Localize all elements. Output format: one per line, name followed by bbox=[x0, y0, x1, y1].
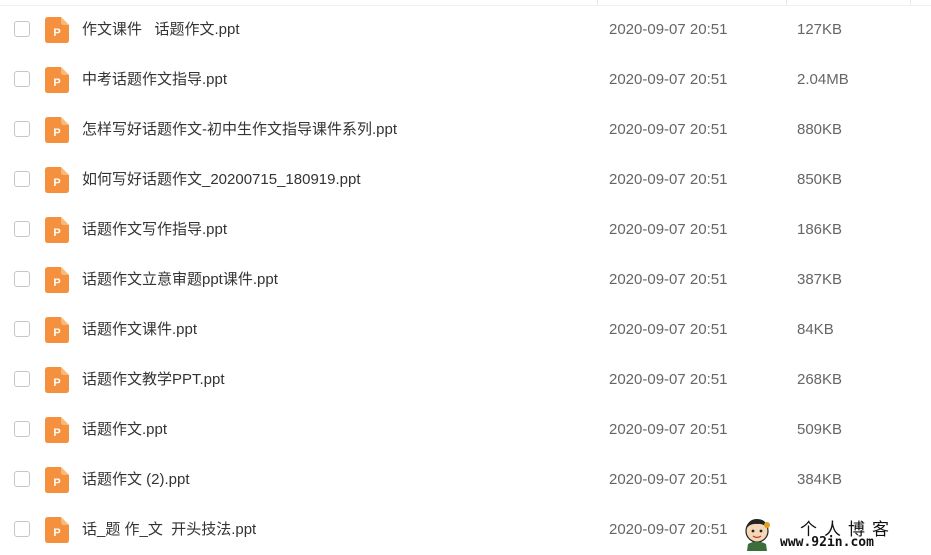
file-name[interactable]: 作文课件 话题作文.ppt bbox=[82, 5, 240, 55]
file-row[interactable]: P 话题作文课件.ppt 2020-09-07 20:51 84KB bbox=[0, 305, 931, 355]
cartoon-avatar-icon bbox=[742, 517, 772, 551]
file-list: P 作文课件 话题作文.ppt 2020-09-07 20:51 127KB P… bbox=[0, 0, 931, 555]
svg-text:P: P bbox=[53, 377, 60, 389]
file-name[interactable]: 中考话题作文指导.ppt bbox=[82, 55, 227, 105]
file-row[interactable]: P 怎样写好话题作文-初中生作文指导课件系列.ppt 2020-09-07 20… bbox=[0, 105, 931, 155]
ppt-file-icon: P bbox=[45, 467, 69, 493]
row-checkbox[interactable] bbox=[14, 71, 30, 87]
file-modified-date: 2020-09-07 20:51 bbox=[609, 121, 728, 138]
file-name[interactable]: 话题作文 (2).ppt bbox=[82, 455, 190, 505]
file-size: 84KB bbox=[797, 321, 834, 338]
row-checkbox[interactable] bbox=[14, 521, 30, 537]
svg-text:P: P bbox=[53, 527, 60, 539]
svg-text:P: P bbox=[53, 327, 60, 339]
file-name[interactable]: 如何写好话题作文_20200715_180919.ppt bbox=[82, 155, 361, 205]
site-watermark: 个人博客 www.92in.com bbox=[736, 514, 931, 555]
file-row[interactable]: P 话题作文教学PPT.ppt 2020-09-07 20:51 268KB bbox=[0, 355, 931, 405]
row-checkbox[interactable] bbox=[14, 171, 30, 187]
row-checkbox[interactable] bbox=[14, 371, 30, 387]
file-name[interactable]: 话题作文写作指导.ppt bbox=[82, 205, 227, 255]
file-size: 268KB bbox=[797, 371, 843, 388]
file-row[interactable]: P 中考话题作文指导.ppt 2020-09-07 20:51 2.04MB bbox=[0, 55, 931, 105]
file-name[interactable]: 话_题 作_文 开头技法.ppt bbox=[82, 505, 256, 555]
file-size: 509KB bbox=[797, 421, 843, 438]
ppt-file-icon: P bbox=[45, 67, 69, 93]
file-row[interactable]: P 作文课件 话题作文.ppt 2020-09-07 20:51 127KB bbox=[0, 5, 931, 55]
file-row[interactable]: P 如何写好话题作文_20200715_180919.ppt 2020-09-0… bbox=[0, 155, 931, 205]
svg-text:P: P bbox=[53, 77, 60, 89]
file-modified-date: 2020-09-07 20:51 bbox=[609, 21, 728, 38]
svg-text:P: P bbox=[53, 477, 60, 489]
file-row[interactable]: P 话题作文写作指导.ppt 2020-09-07 20:51 186KB bbox=[0, 205, 931, 255]
row-checkbox[interactable] bbox=[14, 21, 30, 37]
file-row[interactable]: P 话题作文立意审题ppt课件.ppt 2020-09-07 20:51 387… bbox=[0, 255, 931, 305]
svg-text:P: P bbox=[53, 277, 60, 289]
file-size: 2.04MB bbox=[797, 71, 849, 88]
ppt-file-icon: P bbox=[45, 17, 69, 43]
file-modified-date: 2020-09-07 20:51 bbox=[609, 421, 728, 438]
file-size: 384KB bbox=[797, 471, 843, 488]
row-checkbox[interactable] bbox=[14, 321, 30, 337]
ppt-file-icon: P bbox=[45, 317, 69, 343]
svg-text:P: P bbox=[53, 27, 60, 39]
file-name[interactable]: 话题作文.ppt bbox=[82, 405, 167, 455]
file-size: 880KB bbox=[797, 121, 843, 138]
row-checkbox[interactable] bbox=[14, 271, 30, 287]
file-modified-date: 2020-09-07 20:51 bbox=[609, 521, 728, 538]
svg-text:P: P bbox=[53, 127, 60, 139]
file-size: 127KB bbox=[797, 21, 843, 38]
svg-text:P: P bbox=[53, 227, 60, 239]
ppt-file-icon: P bbox=[45, 167, 69, 193]
file-name[interactable]: 话题作文教学PPT.ppt bbox=[82, 355, 225, 405]
file-name[interactable]: 怎样写好话题作文-初中生作文指导课件系列.ppt bbox=[82, 105, 397, 155]
svg-text:P: P bbox=[53, 177, 60, 189]
svg-text:P: P bbox=[53, 427, 60, 439]
file-modified-date: 2020-09-07 20:51 bbox=[609, 471, 728, 488]
watermark-url: www.92in.com bbox=[780, 535, 874, 550]
ppt-file-icon: P bbox=[45, 217, 69, 243]
ppt-file-icon: P bbox=[45, 267, 69, 293]
ppt-file-icon: P bbox=[45, 417, 69, 443]
row-checkbox[interactable] bbox=[14, 421, 30, 437]
row-checkbox[interactable] bbox=[14, 121, 30, 137]
file-modified-date: 2020-09-07 20:51 bbox=[609, 221, 728, 238]
file-name[interactable]: 话题作文立意审题ppt课件.ppt bbox=[82, 255, 278, 305]
row-checkbox[interactable] bbox=[14, 221, 30, 237]
row-checkbox[interactable] bbox=[14, 471, 30, 487]
file-modified-date: 2020-09-07 20:51 bbox=[609, 171, 728, 188]
ppt-file-icon: P bbox=[45, 367, 69, 393]
file-size: 850KB bbox=[797, 171, 843, 188]
file-row[interactable]: P 话题作文 (2).ppt 2020-09-07 20:51 384KB bbox=[0, 455, 931, 505]
file-name[interactable]: 话题作文课件.ppt bbox=[82, 305, 197, 355]
ppt-file-icon: P bbox=[45, 117, 69, 143]
file-row[interactable]: P 话题作文.ppt 2020-09-07 20:51 509KB bbox=[0, 405, 931, 455]
file-modified-date: 2020-09-07 20:51 bbox=[609, 271, 728, 288]
file-modified-date: 2020-09-07 20:51 bbox=[609, 321, 728, 338]
file-modified-date: 2020-09-07 20:51 bbox=[609, 371, 728, 388]
ppt-file-icon: P bbox=[45, 517, 69, 543]
file-size: 387KB bbox=[797, 271, 843, 288]
file-size: 186KB bbox=[797, 221, 843, 238]
file-modified-date: 2020-09-07 20:51 bbox=[609, 71, 728, 88]
